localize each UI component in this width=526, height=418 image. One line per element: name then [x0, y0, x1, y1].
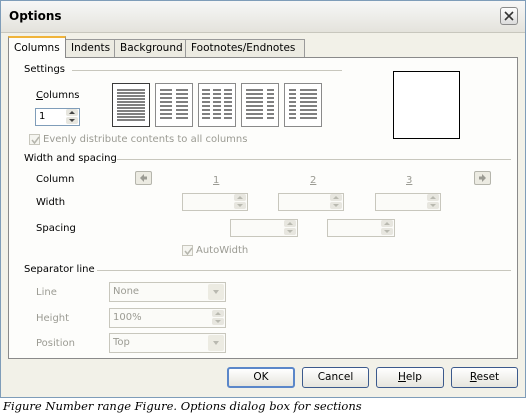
ok-button[interactable]: OK [227, 367, 295, 388]
chevron-down-icon[interactable] [208, 335, 224, 351]
height-label: Height [36, 313, 70, 324]
autowidth-checkbox[interactable] [182, 245, 193, 256]
tab-columns[interactable]: Columns [8, 36, 66, 58]
position-value: Top [113, 337, 130, 348]
arrow-right-icon [479, 174, 486, 182]
position-select[interactable]: Top [109, 333, 226, 353]
column-preview [393, 71, 460, 139]
separator-divider [97, 270, 511, 271]
tab-indents[interactable]: Indents [65, 39, 115, 57]
column-3-width-field[interactable] [375, 193, 441, 211]
distribute-checkbox[interactable] [29, 134, 40, 145]
autowidth-label: AutoWidth [196, 245, 249, 256]
width-spacing-heading: Width and spacing [24, 153, 117, 164]
next-column-button[interactable] [474, 171, 491, 185]
two-column-right-wide-preset-icon[interactable] [284, 83, 322, 127]
line-style-value: None [113, 286, 140, 297]
columns-decrement-button[interactable] [66, 117, 78, 124]
tab-background[interactable]: Background [114, 39, 186, 57]
distribute-label: Evenly distribute contents to all column… [43, 134, 248, 145]
cancel-button[interactable]: Cancel [302, 367, 369, 388]
columns-stepper-buttons [65, 109, 79, 125]
help-button[interactable]: Help [376, 367, 444, 388]
columns-increment-button[interactable] [66, 109, 78, 116]
tab-footnotes-endnotes[interactable]: Footnotes/Endnotes [185, 39, 305, 57]
spacing-label: Spacing [36, 223, 76, 234]
checkmark-icon [184, 247, 193, 256]
width-spacing-divider [117, 159, 511, 160]
settings-divider [72, 70, 342, 71]
line-label: Line [36, 287, 57, 298]
column-1-width-field[interactable] [182, 193, 248, 211]
arrow-left-icon [140, 174, 147, 182]
checkmark-icon [31, 136, 40, 145]
figure-caption: Figure Number range Figure. Options dial… [3, 399, 362, 413]
column-3-number: 3 [406, 175, 413, 186]
chevron-down-icon[interactable] [208, 284, 224, 300]
height-value: 100% [113, 312, 142, 323]
spacing-2-field[interactable] [327, 219, 395, 237]
settings-heading: Settings [24, 64, 66, 75]
line-style-select[interactable]: None [109, 282, 226, 302]
single-column-preset-icon[interactable] [112, 83, 150, 127]
width-label: Width [36, 197, 66, 208]
columns-stepper[interactable]: 1 [35, 108, 80, 126]
close-button[interactable] [500, 7, 518, 25]
options-dialog: Options Columns Indents Background Footn… [0, 0, 526, 398]
two-column-left-wide-preset-icon[interactable] [241, 83, 279, 127]
tab-footnotes-label: Footnotes/Endnotes [191, 42, 296, 54]
height-stepper[interactable]: 100% [109, 308, 226, 328]
column-1-number: 1 [213, 175, 220, 186]
columns-label: Columns [36, 90, 80, 101]
two-column-preset-icon[interactable] [155, 83, 193, 127]
previous-column-button[interactable] [135, 171, 152, 185]
separator-heading: Separator line [24, 264, 95, 275]
close-icon [504, 11, 514, 21]
dialog-title: Options [9, 9, 62, 23]
tab-background-label: Background [120, 42, 183, 54]
reset-button[interactable]: Reset [451, 367, 518, 388]
position-label: Position [36, 338, 75, 349]
three-column-preset-icon[interactable] [198, 83, 236, 127]
column-2-number: 2 [310, 175, 317, 186]
column-label: Column [36, 174, 75, 185]
column-2-width-field[interactable] [278, 193, 344, 211]
tab-columns-label: Columns [14, 42, 60, 54]
tab-indents-label: Indents [71, 42, 111, 54]
spacing-1-field[interactable] [230, 219, 298, 237]
title-bar: Options [1, 1, 525, 33]
columns-value: 1 [39, 111, 46, 122]
